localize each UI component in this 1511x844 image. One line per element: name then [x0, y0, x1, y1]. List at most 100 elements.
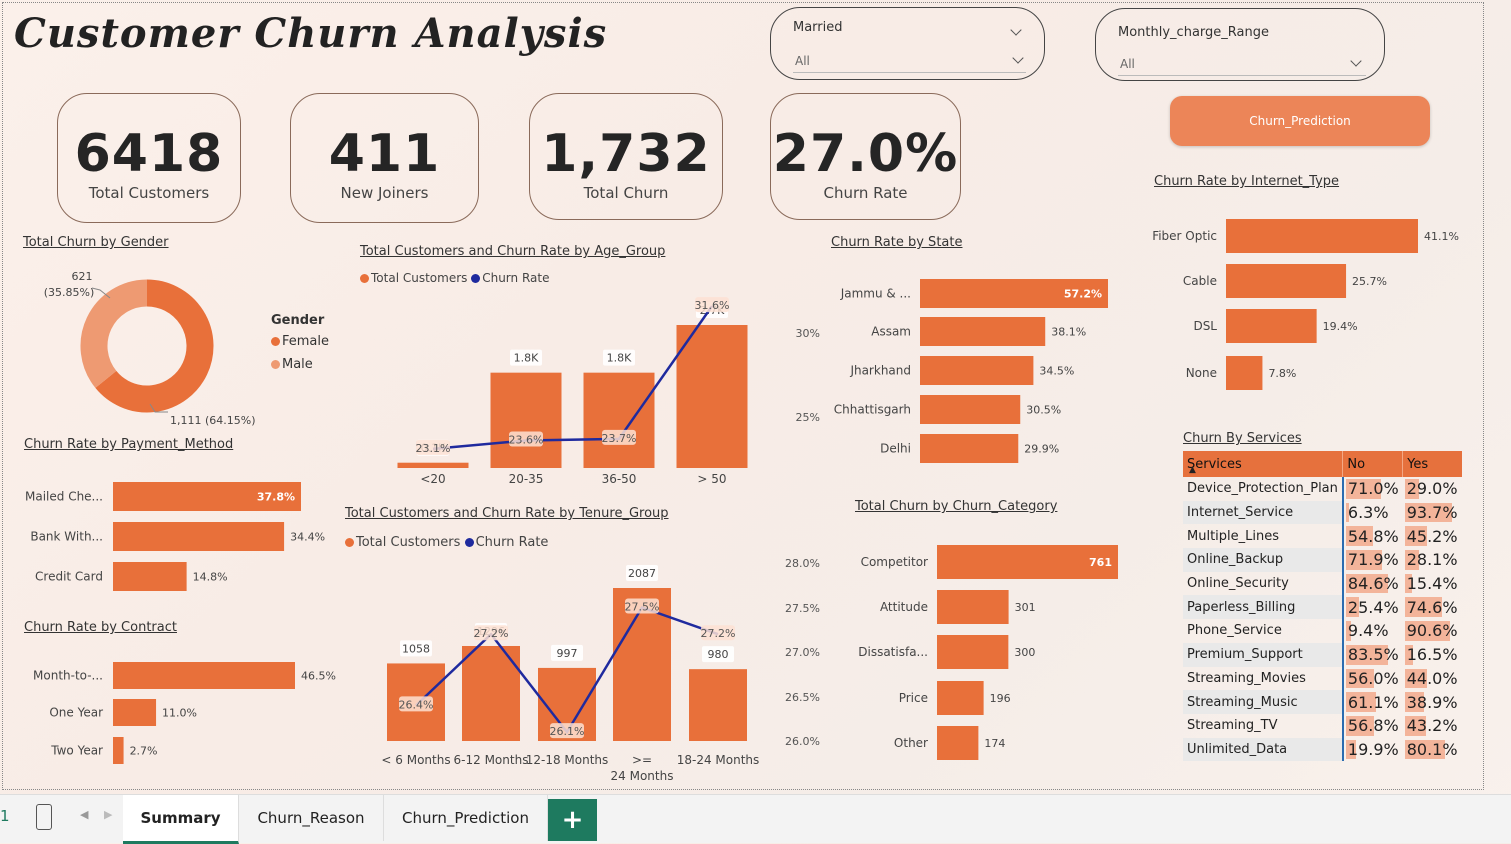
data-label: 23.7%: [602, 432, 637, 445]
data-label: 41.1%: [1424, 230, 1459, 243]
table-header-row: Services No Yes: [1183, 451, 1462, 477]
service-name: Streaming_TV: [1187, 718, 1278, 734]
data-label: 7.8%: [1268, 367, 1296, 380]
category-label: Two Year: [50, 744, 103, 758]
bar: [113, 737, 124, 764]
column-header[interactable]: No: [1342, 451, 1403, 477]
data-label: 26.1%: [550, 725, 585, 738]
category-label: 12-18 Months: [526, 753, 609, 767]
data-label: 46.5%: [301, 670, 336, 683]
category-label: Assam: [871, 325, 911, 339]
category-label: Cable: [1183, 274, 1217, 288]
data-label: 301: [1015, 601, 1036, 614]
tab-summary[interactable]: Summary: [123, 795, 239, 844]
service-name: Multiple_Lines: [1187, 528, 1280, 544]
percent-value: 45.2%: [1406, 526, 1458, 546]
percent-value: 38.9%: [1406, 692, 1458, 712]
yes-percent: 29.0%: [1403, 477, 1462, 501]
percent-value: 71.9%: [1347, 550, 1399, 570]
column-header[interactable]: Yes: [1402, 451, 1462, 477]
service-name: Internet_Service: [1183, 500, 1343, 525]
no-percent: 84.6%: [1341, 571, 1403, 596]
mobile-layout-icon[interactable]: [36, 804, 52, 830]
bar: [937, 635, 1009, 669]
percent-value: 6.3%: [1347, 503, 1389, 523]
bar: [113, 662, 295, 689]
category-label: Mailed Che...: [25, 490, 103, 504]
category-label: 24 Months: [611, 769, 674, 783]
table-row[interactable]: Internet_Service 6.3% 93.7%: [1183, 500, 1462, 525]
service-name: Streaming_Music: [1183, 690, 1343, 714]
tab-churn-reason[interactable]: Churn_Reason: [239, 795, 384, 841]
data-label: 2087: [628, 567, 656, 580]
data-label: 27.2%: [474, 627, 509, 640]
category-label: < 6 Months: [381, 753, 450, 767]
bar: [1226, 219, 1418, 253]
data-label: 37.8%: [257, 491, 295, 504]
axis-tick-label: 27.5%: [785, 602, 820, 615]
percent-value: 16.5%: [1406, 645, 1458, 665]
yes-percent: 44.0%: [1403, 667, 1462, 691]
bar: [1226, 264, 1347, 298]
service-name: Premium_Support: [1183, 642, 1343, 667]
data-label: 1.8K: [607, 352, 632, 365]
service-name: Paperless_Billing: [1183, 595, 1343, 620]
axis-tick-label: 30%: [796, 327, 820, 340]
tab-churn-prediction[interactable]: Churn_Prediction: [384, 795, 548, 841]
category-label: Dissatisfa...: [858, 645, 928, 659]
bar: [689, 669, 747, 741]
column-header[interactable]: Services: [1183, 451, 1343, 477]
axis-tick-label: 28.0%: [785, 557, 820, 570]
bar: [1226, 309, 1317, 343]
category-label: <20: [420, 472, 445, 486]
bar: [113, 562, 187, 591]
data-label: 11.0%: [162, 707, 197, 720]
table-row[interactable]: Streaming_Music 61.1% 38.9%: [1183, 690, 1462, 714]
axis-tick-label: 26.5%: [785, 691, 820, 704]
data-label: (35.85%): [44, 286, 95, 299]
table-row[interactable]: Streaming_Movies 56.0% 44.0%: [1183, 666, 1462, 691]
percent-value: 61.1%: [1347, 692, 1399, 712]
data-label: 30.5%: [1026, 404, 1061, 417]
data-label: 23.6%: [509, 434, 544, 447]
data-label: 980: [708, 648, 729, 661]
scroll-left-icon[interactable]: ◀: [80, 808, 88, 821]
data-label: 1.8K: [514, 352, 539, 365]
category-label: Fiber Optic: [1152, 229, 1217, 243]
table-row[interactable]: Device_Protection_Plan 71.0% 29.0%: [1183, 477, 1462, 501]
data-label: 38.1%: [1051, 326, 1086, 339]
category-label: Credit Card: [35, 570, 103, 584]
table-row[interactable]: Premium_Support 83.5% 16.5%: [1183, 642, 1462, 667]
table-row[interactable]: Paperless_Billing 25.4% 74.6%: [1183, 595, 1462, 620]
axis-tick-label: 25%: [796, 411, 820, 424]
donut-slice: [80, 279, 148, 388]
axis-tick-label: 27.0%: [785, 646, 820, 659]
data-label: 1058: [402, 642, 430, 655]
table-row[interactable]: Online_Backup 71.9% 28.1%: [1183, 548, 1462, 572]
scroll-right-icon[interactable]: ▶: [104, 808, 112, 821]
table-row[interactable]: Unlimited_Data 19.9% 80.1%: [1183, 737, 1462, 762]
bar: [937, 726, 979, 760]
bar: [1226, 356, 1263, 390]
data-label: 19.4%: [1323, 320, 1358, 333]
category-label: Competitor: [861, 555, 928, 569]
yes-percent: 93.7%: [1403, 501, 1462, 525]
no-percent: 83.5%: [1341, 642, 1403, 667]
table-row[interactable]: Multiple_Lines 54.8% 45.2%: [1183, 524, 1462, 549]
category-label: Other: [894, 736, 928, 750]
no-percent: 56.0%: [1341, 666, 1403, 691]
table-row[interactable]: Streaming_TV 56.8% 43.2%: [1183, 713, 1462, 738]
data-label: 31.6%: [695, 299, 730, 312]
sort-arrow-icon[interactable]: ▲: [1189, 465, 1196, 475]
data-label: 300: [1014, 646, 1035, 659]
no-percent: 61.1%: [1341, 690, 1403, 714]
data-label: 27.5%: [625, 601, 660, 614]
service-name: Online_Security: [1187, 576, 1289, 592]
category-label: 36-50: [602, 472, 637, 486]
table-row[interactable]: Phone_Service 9.4% 90.6%: [1183, 619, 1462, 643]
category-label: Month-to-...: [33, 669, 103, 683]
add-page-button[interactable]: +: [548, 799, 597, 841]
table-row[interactable]: Online_Security 84.6% 15.4%: [1183, 571, 1462, 596]
yes-percent: 43.2%: [1403, 714, 1462, 738]
data-label: 26.4%: [399, 698, 434, 711]
